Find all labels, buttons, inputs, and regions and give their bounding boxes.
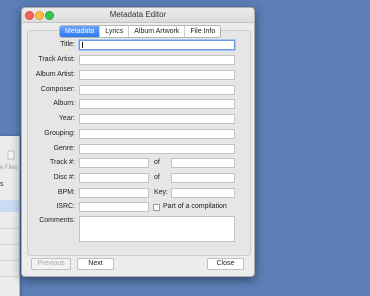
disc-of-label: of <box>154 174 160 181</box>
previous-button[interactable]: Previous <box>31 258 71 270</box>
tab-lyrics[interactable]: Lyrics <box>100 26 130 37</box>
title-bar: Metadata Editor <box>22 8 254 23</box>
genre-label: Genre: <box>53 145 75 152</box>
disc-number-input[interactable] <box>79 173 149 183</box>
key-input[interactable] <box>171 188 235 198</box>
key-label: Key: <box>154 189 169 196</box>
title-label: Title: <box>60 41 75 48</box>
composer-label: Composer: <box>40 86 75 93</box>
year-label: Year: <box>58 115 75 122</box>
background-section-label: s <box>0 181 4 188</box>
bpm-label: BPM: <box>57 189 75 196</box>
compilation-label: Part of a compilation <box>163 203 227 210</box>
close-button[interactable]: Close <box>207 258 244 270</box>
album-artist-label: Album Artist: <box>35 71 75 78</box>
grouping-label: Grouping: <box>44 130 75 137</box>
compilation-checkbox[interactable] <box>153 204 160 211</box>
track-of-label: of <box>154 159 160 166</box>
track-artist-label: Track Artist: <box>38 56 75 63</box>
title-input[interactable] <box>79 40 235 50</box>
grouping-input[interactable] <box>79 129 235 139</box>
composer-input[interactable] <box>79 85 235 95</box>
year-input[interactable] <box>79 114 235 124</box>
window-title: Metadata Editor <box>109 10 167 19</box>
bpm-input[interactable] <box>79 188 149 198</box>
metadata-editor-window: Metadata Editor Metadata Lyrics Album Ar… <box>21 7 255 277</box>
album-artist-input[interactable] <box>79 70 235 80</box>
tab-bar: Metadata Lyrics Album Artwork File Info <box>59 25 222 38</box>
isrc-label: ISRC: <box>56 203 75 210</box>
album-label: Album: <box>53 100 75 107</box>
isrc-input[interactable] <box>79 202 149 212</box>
background-row-divider <box>0 244 19 245</box>
text-caret <box>82 42 83 48</box>
background-row-divider <box>0 276 19 277</box>
tab-file-info[interactable]: File Info <box>185 26 220 37</box>
next-button[interactable]: Next <box>77 258 114 270</box>
track-number-label: Track #: <box>49 159 75 166</box>
comments-label: Comments: <box>39 217 75 224</box>
comments-textarea[interactable] <box>79 216 235 242</box>
genre-input[interactable] <box>79 144 235 154</box>
album-input[interactable] <box>79 99 235 109</box>
tab-album-artwork[interactable]: Album Artwork <box>129 26 186 37</box>
disc-number-label: Disc #: <box>53 174 75 181</box>
document-icon <box>7 150 15 160</box>
background-files-label: e Files <box>0 165 18 171</box>
background-row-divider <box>0 260 19 261</box>
background-row-divider <box>0 228 19 229</box>
background-window: e Files s <box>0 136 20 296</box>
track-total-input[interactable] <box>171 158 235 168</box>
track-artist-input[interactable] <box>79 55 235 65</box>
tab-metadata[interactable]: Metadata <box>60 26 101 37</box>
disc-total-input[interactable] <box>171 173 235 183</box>
background-selected-row[interactable] <box>0 200 19 212</box>
track-number-input[interactable] <box>79 158 149 168</box>
